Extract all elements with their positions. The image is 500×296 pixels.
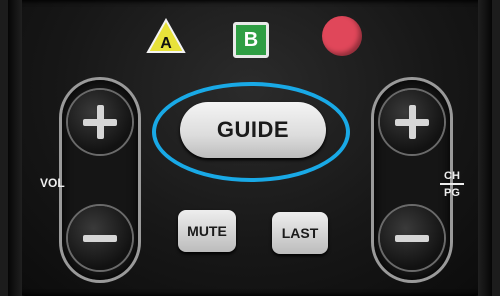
key-a-button[interactable]: A bbox=[146, 17, 186, 54]
channel-label-bottom: PG bbox=[444, 187, 460, 199]
channel-label-top: CH bbox=[440, 170, 464, 185]
guide-label: GUIDE bbox=[216, 117, 290, 142]
channel-rocker bbox=[374, 80, 450, 280]
volume-down-button[interactable] bbox=[68, 206, 132, 270]
volume-up-button[interactable] bbox=[68, 90, 132, 154]
channel-down-button[interactable] bbox=[380, 206, 444, 270]
guide-button[interactable]: GUIDE bbox=[180, 102, 326, 158]
key-b-label: B bbox=[243, 28, 259, 51]
plus-icon bbox=[83, 105, 117, 139]
key-c-button[interactable] bbox=[322, 16, 362, 56]
mute-label: MUTE bbox=[187, 223, 227, 239]
key-b-button[interactable]: B bbox=[233, 22, 269, 58]
remote-photo: A B VOL CH PG GUIDE MUTE LAST bbox=[0, 0, 500, 296]
remote-edge-right bbox=[478, 0, 492, 296]
volume-rocker bbox=[62, 80, 138, 280]
volume-label: VOL bbox=[40, 176, 65, 190]
triangle-icon: A bbox=[146, 17, 186, 53]
channel-up-button[interactable] bbox=[380, 90, 444, 154]
key-a-label: A bbox=[160, 35, 172, 52]
channel-label: CH PG bbox=[440, 170, 464, 199]
remote-edge-left bbox=[8, 0, 22, 296]
minus-icon bbox=[83, 221, 117, 255]
mute-button[interactable]: MUTE bbox=[178, 210, 236, 252]
plus-icon bbox=[395, 105, 429, 139]
last-label: LAST bbox=[281, 225, 319, 241]
last-button[interactable]: LAST bbox=[272, 212, 328, 254]
minus-icon bbox=[395, 221, 429, 255]
